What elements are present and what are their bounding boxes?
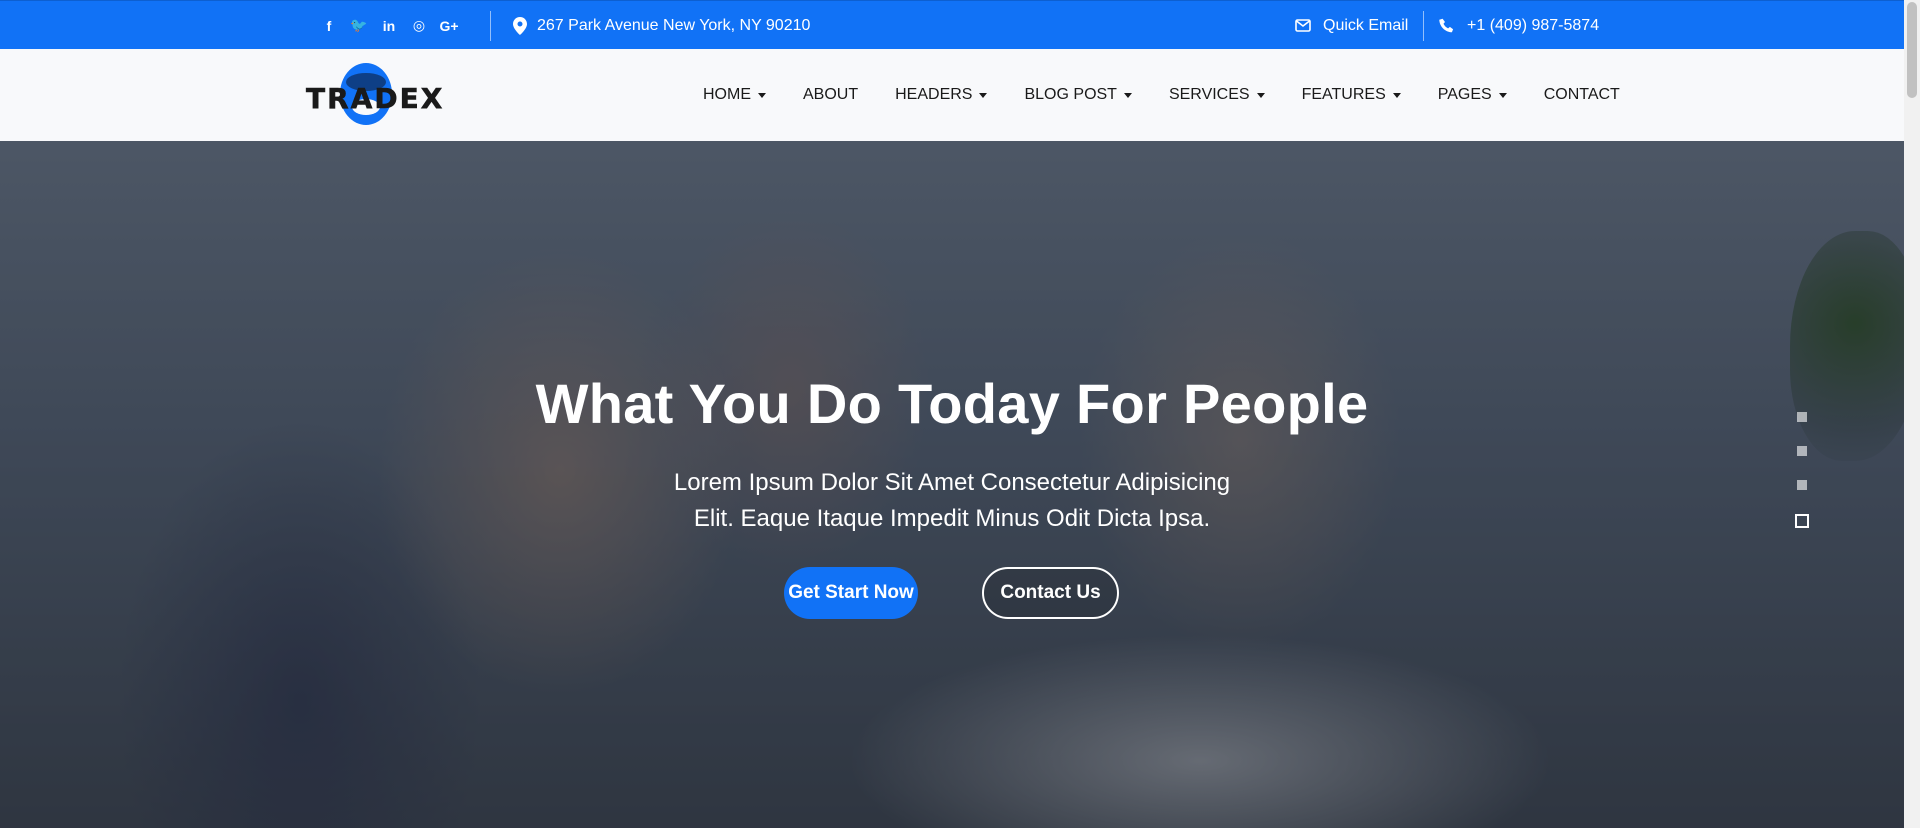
logo[interactable]: TRADEX: [306, 63, 445, 127]
quick-email-link[interactable]: Quick Email: [1295, 1, 1408, 50]
nav-label: SERVICES: [1168, 86, 1250, 103]
nav-item-home[interactable]: HOME: [703, 86, 766, 104]
slide-dot[interactable]: [1797, 480, 1807, 490]
main-navbar: TRADEX HOME ABOUT HEADERS BLOG POST SERV…: [0, 49, 1904, 141]
social-links: f 🐦 in ◎ G+: [320, 1, 459, 50]
slider-pagination: [1795, 412, 1809, 528]
caret-down-icon: [1392, 92, 1401, 98]
caret-down-icon: [979, 92, 988, 98]
hero-subtitle: Lorem Ipsum Dolor Sit Amet Consectetur A…: [652, 465, 1252, 537]
phone-link[interactable]: +1 (409) 987-5874: [1439, 1, 1599, 50]
hero-subtitle-line: Lorem Ipsum Dolor Sit Amet Consectetur A…: [673, 469, 1231, 496]
nav-label: ABOUT: [803, 86, 859, 103]
hero-slider: What You Do Today For People Lorem Ipsum…: [0, 141, 1904, 828]
contact-us-button[interactable]: Contact Us: [982, 567, 1119, 619]
map-pin-icon: [513, 16, 527, 35]
main-menu: HOME ABOUT HEADERS BLOG POST SERVICES FE…: [703, 49, 1620, 141]
caret-down-icon: [1123, 92, 1132, 98]
quick-email-label: Quick Email: [1323, 16, 1409, 34]
nav-item-about[interactable]: ABOUT: [803, 86, 858, 104]
phone-number: +1 (409) 987-5874: [1467, 16, 1600, 34]
nav-item-blog-post[interactable]: BLOG POST: [1024, 86, 1132, 104]
nav-item-headers[interactable]: HEADERS: [895, 86, 988, 104]
page-scrollbar[interactable]: [1904, 0, 1920, 828]
nav-item-services[interactable]: SERVICES: [1169, 86, 1265, 104]
nav-label: PAGES: [1437, 86, 1492, 103]
divider: [490, 11, 491, 41]
nav-label: BLOG POST: [1024, 86, 1117, 103]
nav-label: HEADERS: [895, 86, 973, 103]
nav-item-pages[interactable]: PAGES: [1438, 86, 1507, 104]
caret-down-icon: [1256, 92, 1265, 98]
slide-dot[interactable]: [1797, 412, 1807, 422]
hero-subtitle-line: Elit. Eaque Itaque Impedit Minus Odit Di…: [693, 505, 1211, 532]
instagram-icon[interactable]: ◎: [410, 17, 428, 35]
google-plus-icon[interactable]: G+: [439, 17, 458, 35]
nav-item-features[interactable]: FEATURES: [1302, 86, 1401, 104]
caret-down-icon: [758, 92, 766, 98]
address-text: 267 Park Avenue New York, NY 90210: [537, 16, 811, 34]
nav-label: FEATURES: [1301, 86, 1386, 103]
slide-dot-active[interactable]: [1795, 514, 1809, 528]
nav-item-contact[interactable]: CONTACT: [1544, 86, 1620, 104]
divider: [1423, 11, 1424, 41]
phone-icon: [1439, 18, 1454, 32]
top-info-bar: f 🐦 in ◎ G+ 267 Park Avenue New York, NY…: [0, 0, 1904, 49]
slide-dot[interactable]: [1797, 446, 1807, 456]
address: 267 Park Avenue New York, NY 90210: [513, 1, 810, 50]
logo-text: TRADEX: [306, 82, 445, 116]
facebook-icon[interactable]: f: [320, 17, 338, 35]
scrollbar-thumb[interactable]: [1907, 2, 1917, 98]
nav-label: HOME: [703, 86, 751, 103]
linkedin-icon[interactable]: in: [380, 17, 398, 35]
caret-down-icon: [1498, 92, 1507, 98]
envelope-icon: [1295, 19, 1311, 32]
nav-label: CONTACT: [1543, 86, 1620, 103]
twitter-icon[interactable]: 🐦: [350, 17, 368, 35]
get-start-now-button[interactable]: Get Start Now: [784, 567, 918, 619]
hero-title: What You Do Today For People: [535, 372, 1369, 435]
